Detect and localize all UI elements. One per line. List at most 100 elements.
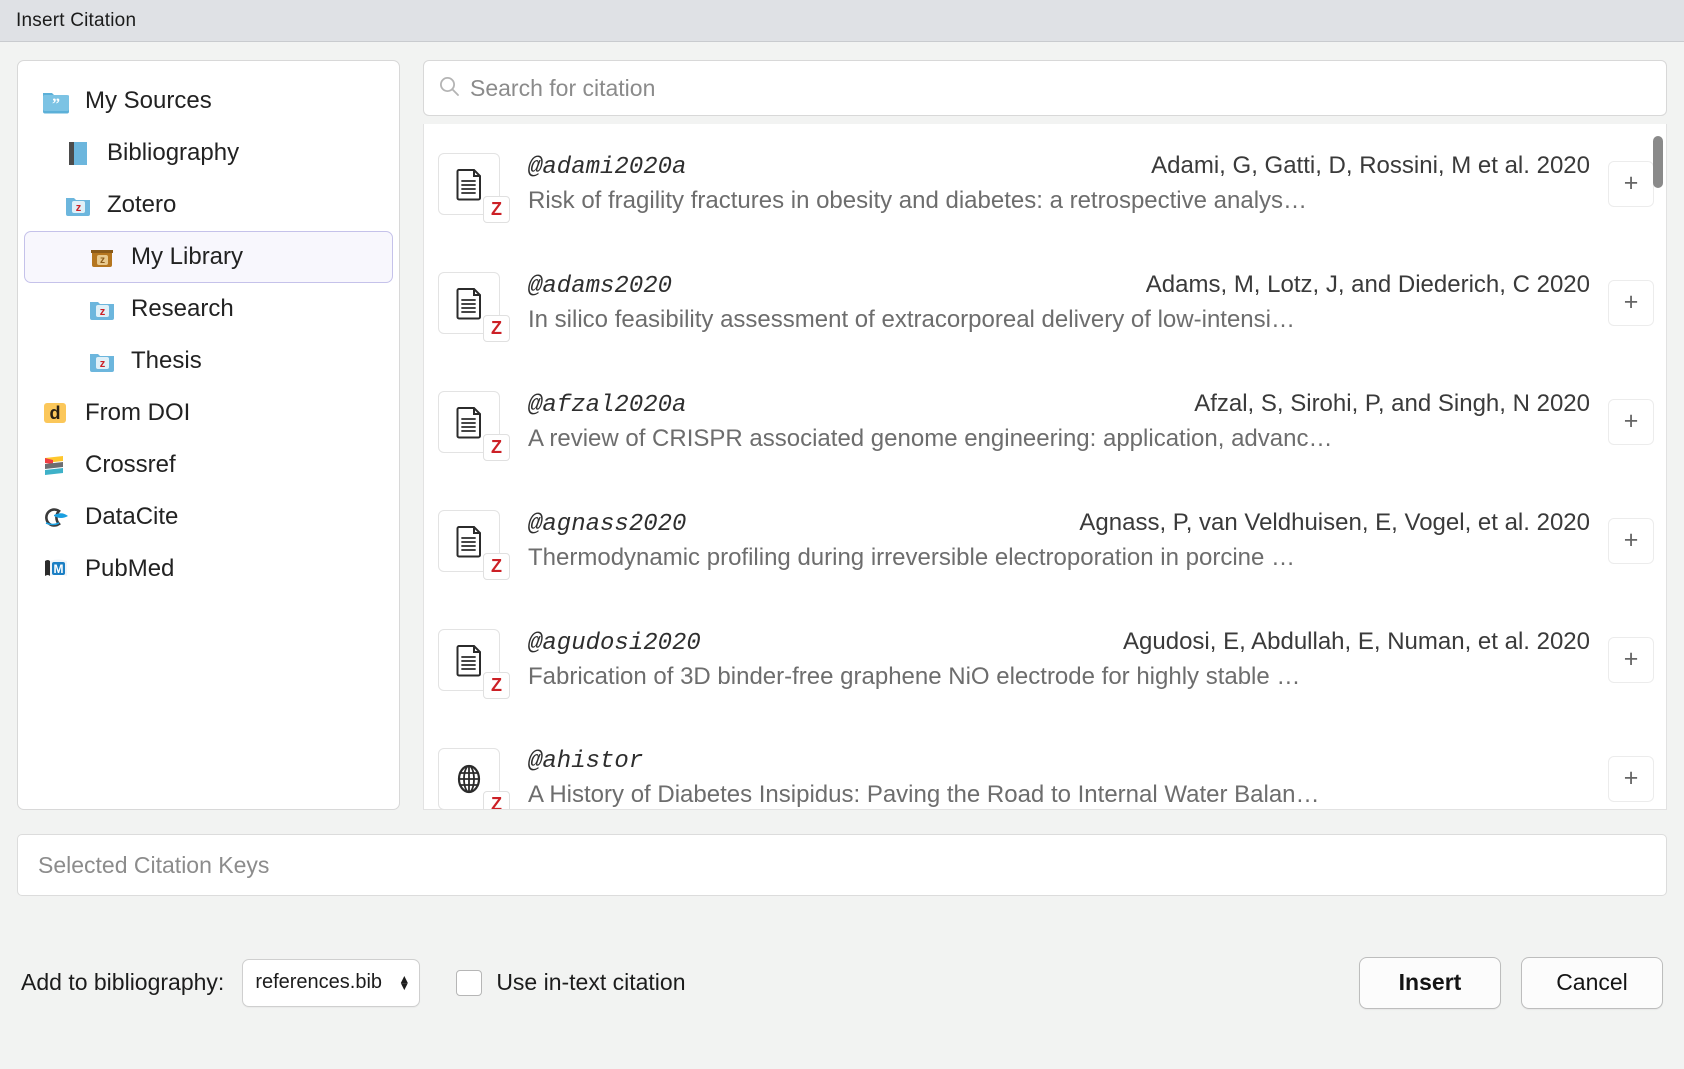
citation-result-row[interactable]: Z @afzal2020aAfzal, S, Sirohi, P, and Sin… — [424, 362, 1666, 481]
results-scrollbar[interactable] — [1652, 124, 1664, 809]
datacite-icon — [41, 502, 71, 532]
sidebar-item-label: Zotero — [107, 191, 176, 219]
svg-text:z: z — [100, 358, 106, 370]
citation-key: @agudosi2020 — [528, 630, 701, 657]
dialog-title: Insert Citation — [16, 10, 136, 32]
intext-citation-group: Use in-text citation — [456, 969, 685, 996]
citation-title: Thermodynamic profiling during irreversi… — [528, 544, 1590, 572]
results-list: Z @adami2020a Adami, G, Gatti, D, Rossini,… — [424, 124, 1666, 809]
citation-row-top: @adams2020Adams, M, Lotz, J, and Diederi… — [528, 271, 1590, 300]
citation-title: A review of CRISPR associated genome eng… — [528, 425, 1590, 453]
svg-text:d: d — [50, 403, 61, 423]
dialog-titlebar: Insert Citation — [0, 0, 1684, 42]
zotero-folder-icon: z — [87, 346, 117, 376]
sidebar-item-label: PubMed — [85, 555, 174, 583]
sidebar-item-label: My Sources — [85, 87, 212, 115]
citation-result-row[interactable]: Z @agnass2020Agnass, P, van Veldhuisen, E… — [424, 481, 1666, 600]
add-citation-button[interactable]: + — [1608, 518, 1654, 564]
citation-title: Fabrication of 3D binder-free graphene N… — [528, 663, 1590, 691]
sidebar-item-thesis[interactable]: z Thesis — [24, 335, 393, 387]
sidebar-item-my-library[interactable]: z My Library — [24, 231, 393, 283]
insert-button[interactable]: Insert — [1359, 957, 1501, 1009]
zotero-badge-icon: Z — [483, 791, 510, 810]
citation-result-row[interactable]: Z @adami2020a Adami, G, Gatti, D, Rossini,… — [424, 124, 1666, 243]
search-input[interactable] — [470, 75, 1652, 102]
sidebar-item-datacite[interactable]: DataCite — [24, 491, 393, 543]
selected-citation-keys-input[interactable] — [36, 851, 1648, 880]
sidebar-item-research[interactable]: z Research — [24, 283, 393, 335]
citation-title: A History of Diabetes Insipidus: Paving … — [528, 781, 1590, 809]
pubmed-icon: M — [41, 554, 71, 584]
citation-authors: Adams, M, Lotz, J, and Diederich, C 2020 — [1146, 271, 1590, 299]
citation-result-row[interactable]: Z @ahistor A History of Diabetes Insipidus… — [424, 719, 1666, 809]
chevron-updown-icon: ▲▼ — [398, 976, 410, 990]
citation-row-text: @agudosi2020 Agudosi, E, Abdullah, E, Num… — [528, 628, 1590, 691]
bibliography-select[interactable]: references.bib ▲▼ — [242, 959, 420, 1007]
zotero-badge-icon: Z — [483, 196, 510, 223]
sources-sidebar: ” My Sources Bibliography z Zotero z My Librar… — [17, 60, 400, 810]
citation-result-row[interactable]: Z @agudosi2020 Agudosi, E, Abdullah, E, Nu… — [424, 600, 1666, 719]
sidebar-item-crossref[interactable]: Crossref — [24, 439, 393, 491]
sidebar-item-label: My Library — [131, 243, 243, 271]
citation-row-top: @ahistor — [528, 748, 1590, 775]
citation-result-row[interactable]: Z @adams2020Adams, M, Lotz, J, and Dieder… — [424, 243, 1666, 362]
sidebar-item-pubmed[interactable]: M PubMed — [24, 543, 393, 595]
search-icon — [438, 75, 460, 102]
sidebar-item-zotero[interactable]: z Zotero — [24, 179, 393, 231]
results-list-container: Z @adami2020a Adami, G, Gatti, D, Rossini,… — [423, 124, 1667, 810]
sidebar-item-label: Research — [131, 295, 234, 323]
sidebar-item-label: Thesis — [131, 347, 202, 375]
svg-text:z: z — [100, 255, 105, 266]
document-icon: Z — [438, 629, 500, 691]
search-bar[interactable] — [423, 60, 1667, 116]
svg-text:”: ” — [52, 96, 60, 113]
zotero-library-icon: z — [87, 242, 117, 272]
add-citation-button[interactable]: + — [1608, 161, 1654, 207]
book-icon — [63, 138, 93, 168]
zotero-badge-icon: Z — [483, 672, 510, 699]
citation-row-text: @afzal2020aAfzal, S, Sirohi, P, and Sing… — [528, 390, 1590, 453]
doi-icon: d — [41, 398, 71, 428]
citation-authors: Afzal, S, Sirohi, P, and Singh, N 2020 — [1194, 390, 1590, 418]
citation-row-text: @ahistor A History of Diabetes Insipidus:… — [528, 748, 1590, 809]
citation-authors: Agnass, P, van Veldhuisen, E, Vogel, et … — [1079, 509, 1590, 537]
add-citation-button[interactable]: + — [1608, 756, 1654, 802]
zotero-badge-icon: Z — [483, 553, 510, 580]
results-pane: Z @adami2020a Adami, G, Gatti, D, Rossini,… — [423, 60, 1667, 810]
sidebar-item-my-sources[interactable]: ” My Sources — [24, 75, 393, 127]
add-citation-button[interactable]: + — [1608, 637, 1654, 683]
sidebar-item-label: DataCite — [85, 503, 178, 531]
add-citation-button[interactable]: + — [1608, 399, 1654, 445]
citation-title: In silico feasibility assessment of extr… — [528, 306, 1590, 334]
scrollbar-thumb[interactable] — [1653, 136, 1663, 188]
use-intext-citation-checkbox[interactable] — [456, 970, 482, 996]
footer-left-group: Add to bibliography: references.bib ▲▼ U… — [21, 959, 686, 1007]
selected-citation-keys-field[interactable] — [17, 834, 1667, 896]
globe-icon: Z — [438, 748, 500, 810]
sidebar-item-bibliography[interactable]: Bibliography — [24, 127, 393, 179]
sidebar-item-label: Crossref — [85, 451, 176, 479]
bibliography-label: Add to bibliography: — [21, 969, 224, 996]
sidebar-item-label: From DOI — [85, 399, 190, 427]
citation-row-top: @agnass2020Agnass, P, van Veldhuisen, E,… — [528, 509, 1590, 538]
dialog-footer: Add to bibliography: references.bib ▲▼ U… — [17, 896, 1667, 1069]
citation-row-text: @adams2020Adams, M, Lotz, J, and Diederi… — [528, 271, 1590, 334]
citation-key: @ahistor — [528, 748, 643, 775]
zotero-folder-icon: z — [87, 294, 117, 324]
bibliography-select-value: references.bib — [255, 971, 382, 994]
citation-row-text: @agnass2020Agnass, P, van Veldhuisen, E,… — [528, 509, 1590, 572]
svg-text:z: z — [76, 202, 82, 214]
citation-key: @adami2020a — [528, 154, 686, 181]
add-citation-button[interactable]: + — [1608, 280, 1654, 326]
zotero-badge-icon: Z — [483, 315, 510, 342]
citation-row-top: @adami2020a Adami, G, Gatti, D, Rossini, … — [528, 152, 1590, 181]
sidebar-item-from-doi[interactable]: d From DOI — [24, 387, 393, 439]
cancel-button[interactable]: Cancel — [1521, 957, 1663, 1009]
dialog-body: ” My Sources Bibliography z Zotero z My Librar… — [0, 42, 1684, 1069]
quote-folder-icon: ” — [41, 86, 71, 116]
document-icon: Z — [438, 510, 500, 572]
citation-row-top: @agudosi2020 Agudosi, E, Abdullah, E, Num… — [528, 628, 1590, 657]
citation-authors: Agudosi, E, Abdullah, E, Numan, et al. 2… — [1123, 628, 1590, 656]
citation-authors: Adami, G, Gatti, D, Rossini, M et al. 20… — [1151, 152, 1590, 180]
document-icon: Z — [438, 391, 500, 453]
